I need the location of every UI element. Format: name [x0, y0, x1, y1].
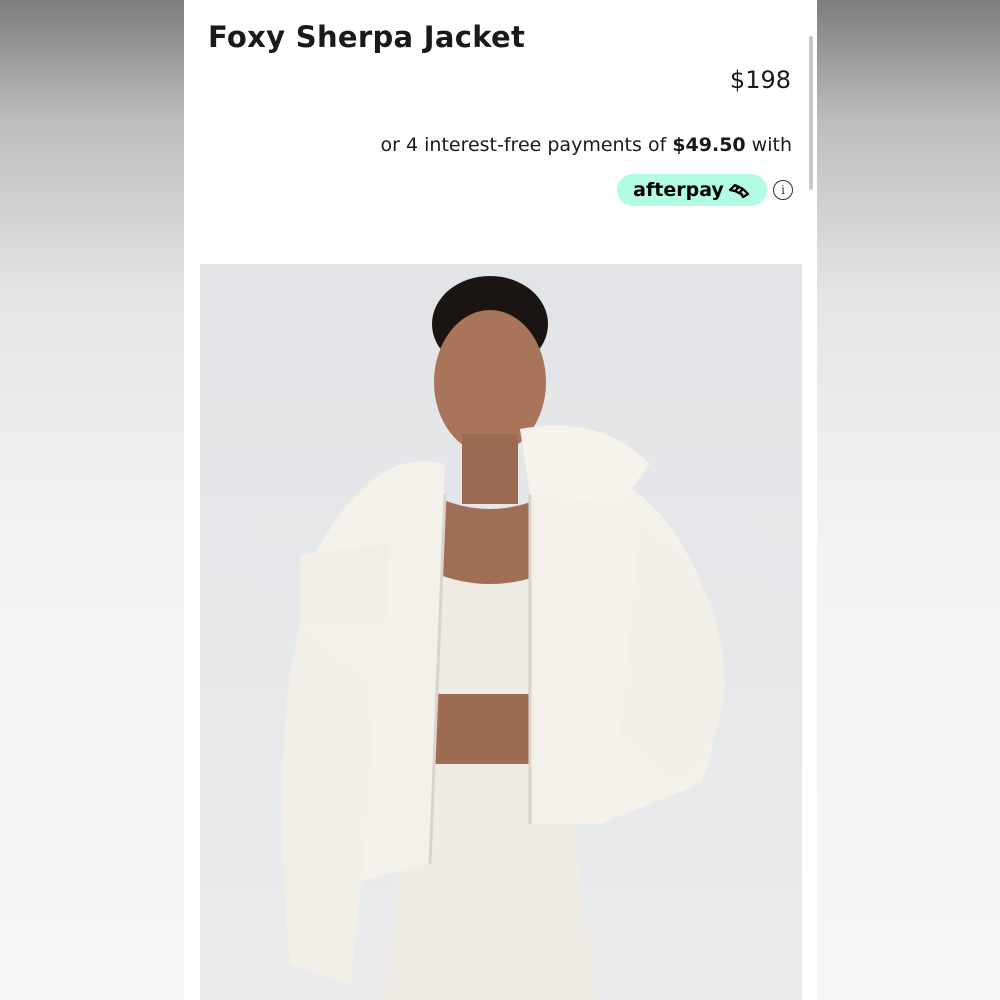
- product-screen: Foxy Sherpa Jacket $198 or 4 interest-fr…: [184, 0, 817, 1000]
- afterpay-arrows-icon: [728, 183, 749, 199]
- product-title: Foxy Sherpa Jacket: [208, 20, 526, 54]
- background-right: [817, 0, 1000, 1000]
- scrollbar[interactable]: [809, 36, 813, 190]
- info-icon[interactable]: i: [773, 180, 793, 200]
- afterpay-label: afterpay: [633, 179, 724, 201]
- product-photo: [282, 276, 725, 1000]
- installments-text: or 4 interest-free payments of $49.50 wi…: [381, 134, 792, 156]
- installments-amount: $49.50: [672, 134, 746, 156]
- product-price: $198: [729, 66, 791, 94]
- afterpay-row: afterpay i: [617, 174, 793, 206]
- product-image[interactable]: [200, 264, 802, 1000]
- background-left: [0, 0, 184, 1000]
- installments-suffix: with: [745, 134, 792, 156]
- installments-prefix: or 4 interest-free payments of: [380, 134, 673, 156]
- info-glyph: i: [781, 183, 785, 197]
- afterpay-badge[interactable]: afterpay: [617, 174, 767, 206]
